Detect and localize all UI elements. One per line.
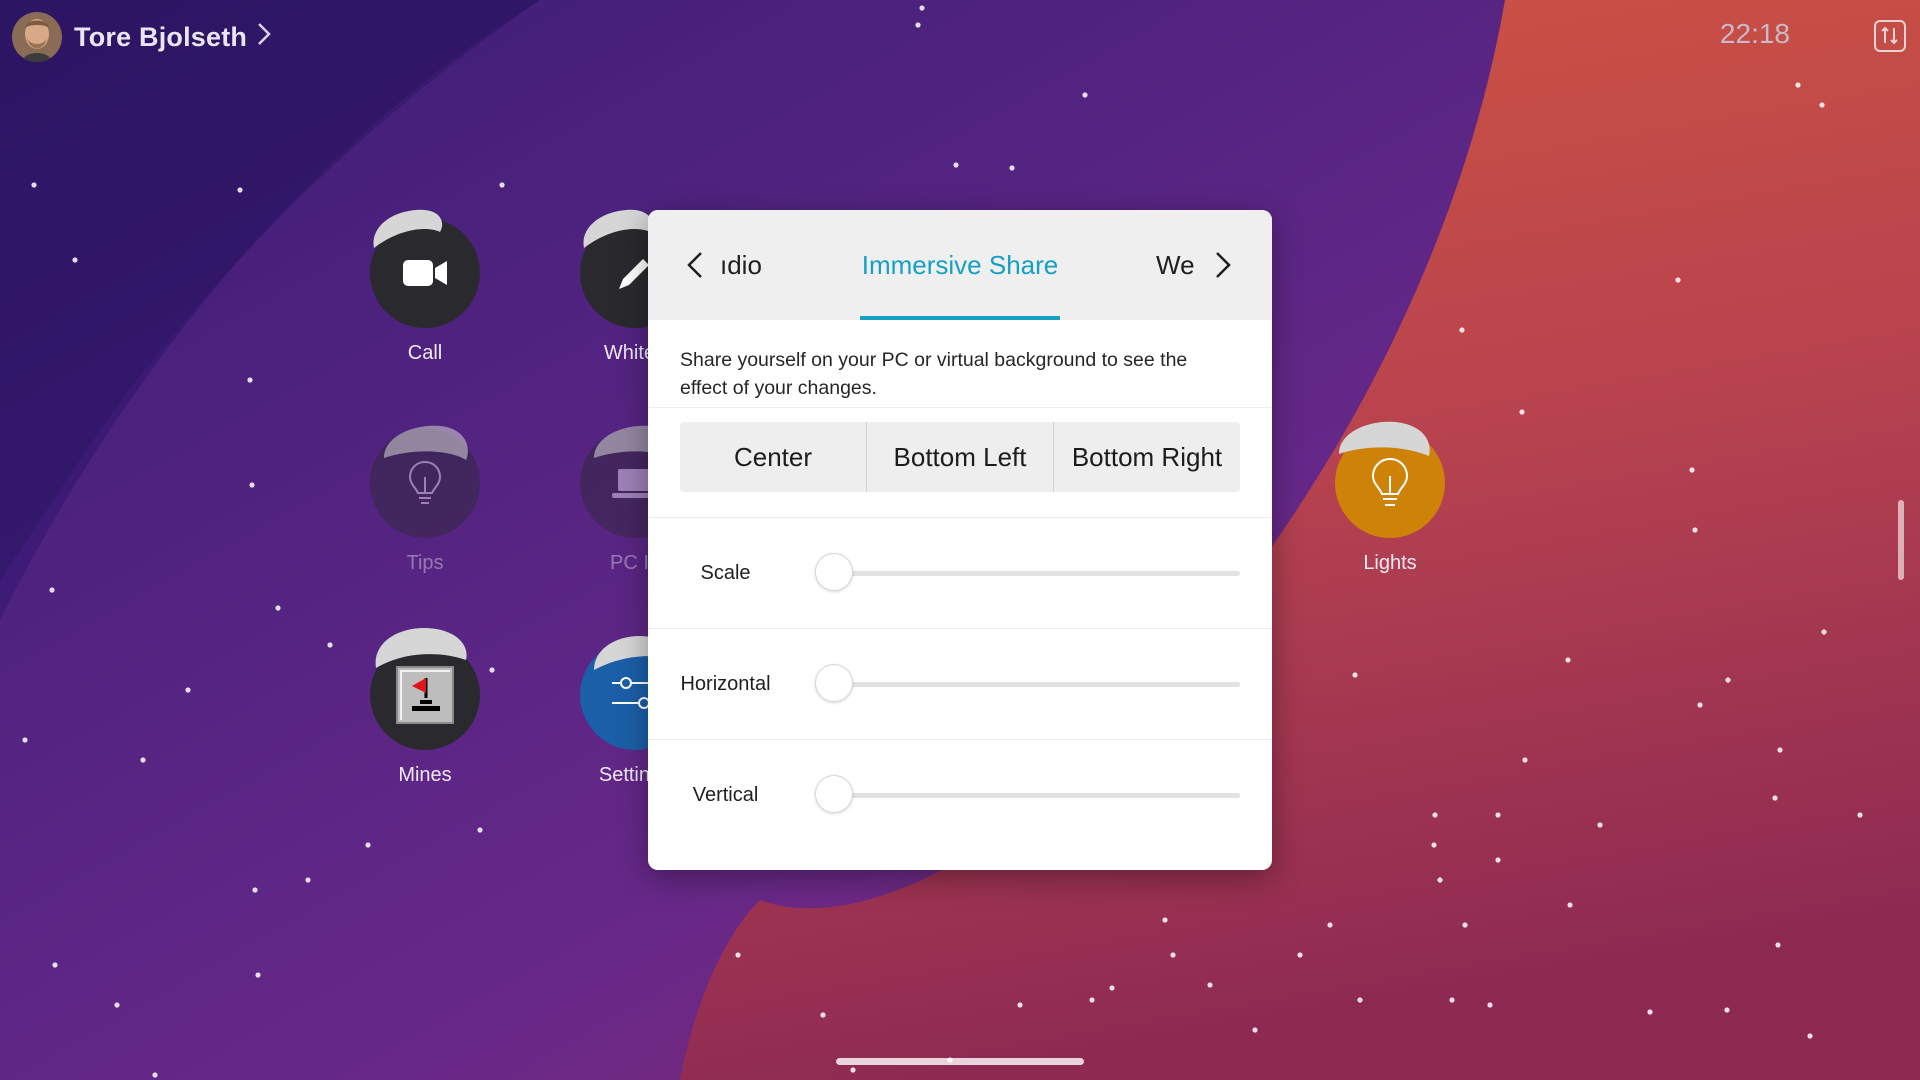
tab-previous-label[interactable]: ıdio: [720, 210, 762, 320]
previous-tab-button[interactable]: [686, 210, 704, 320]
horizontal-slider-thumb[interactable]: [815, 664, 853, 702]
dialog-tab-header: ıdio Immersive Share We: [648, 210, 1272, 320]
vertical-slider-track[interactable]: [818, 793, 1240, 798]
scale-slider-thumb[interactable]: [815, 553, 853, 591]
active-tab-indicator: [860, 316, 1060, 320]
tile-lights-circle: [1335, 428, 1445, 538]
scale-label: Scale: [700, 561, 751, 584]
tile-label: Lights: [1363, 552, 1417, 574]
tile-mines-circle: [370, 640, 480, 750]
user-profile-button[interactable]: Tore Bjolseth: [12, 12, 271, 62]
position-segmented-control: Center Bottom Left Bottom Right: [680, 422, 1240, 492]
video-camera-icon: [403, 260, 447, 286]
tile-call[interactable]: Call: [345, 218, 505, 365]
scale-slider-row: Scale: [648, 518, 1272, 629]
avatar: [12, 12, 62, 62]
arrows-up-down-icon: [1881, 26, 1898, 45]
home-indicator-bar[interactable]: [836, 1058, 1084, 1065]
tile-tips[interactable]: Tips: [345, 428, 505, 575]
clock: 22:18: [1719, 18, 1790, 49]
next-tab-button[interactable]: [1214, 210, 1232, 320]
scroll-indicator: [1898, 500, 1904, 580]
tab-immersive-share[interactable]: Immersive Share: [860, 210, 1060, 320]
horizontal-slider-row: Horizontal: [648, 629, 1272, 740]
tile-label: Tips: [406, 552, 444, 574]
position-selector-row: Center Bottom Left Bottom Right: [648, 408, 1272, 518]
control-panel-button[interactable]: [1874, 20, 1906, 52]
tile-tips-circle: [370, 428, 480, 538]
position-bottom-right-button[interactable]: Bottom Right: [1053, 422, 1240, 492]
horizontal-slider-track[interactable]: [818, 682, 1240, 687]
chevron-right-icon: [257, 20, 271, 54]
tile-lights[interactable]: Lights: [1310, 428, 1470, 575]
minesweeper-flag-icon: [396, 666, 454, 724]
lightbulb-icon: [1371, 457, 1409, 506]
tab-next-label[interactable]: We: [1156, 210, 1195, 320]
tile-label: Call: [407, 342, 443, 364]
tile-call-circle: [370, 218, 480, 328]
vertical-slider-thumb[interactable]: [815, 775, 853, 813]
tile-mines[interactable]: Mines: [345, 640, 505, 787]
immersive-share-dialog: ıdio Immersive Share We Share yourself o…: [648, 210, 1272, 870]
chevron-left-icon: [687, 252, 702, 278]
lightbulb-icon: [408, 460, 442, 504]
tile-label: Mines: [398, 764, 452, 786]
chevron-right-icon: [1216, 252, 1231, 278]
vertical-label: Vertical: [692, 783, 759, 806]
position-bottom-left-button[interactable]: Bottom Left: [866, 422, 1053, 492]
user-name: Tore Bjolseth: [74, 21, 248, 52]
scale-slider-track[interactable]: [818, 571, 1240, 576]
horizontal-label: Horizontal: [680, 672, 771, 695]
position-center-button[interactable]: Center: [680, 422, 866, 492]
dialog-description: Share yourself on your PC or virtual bac…: [648, 320, 1272, 408]
vertical-slider-row: Vertical: [648, 740, 1272, 850]
